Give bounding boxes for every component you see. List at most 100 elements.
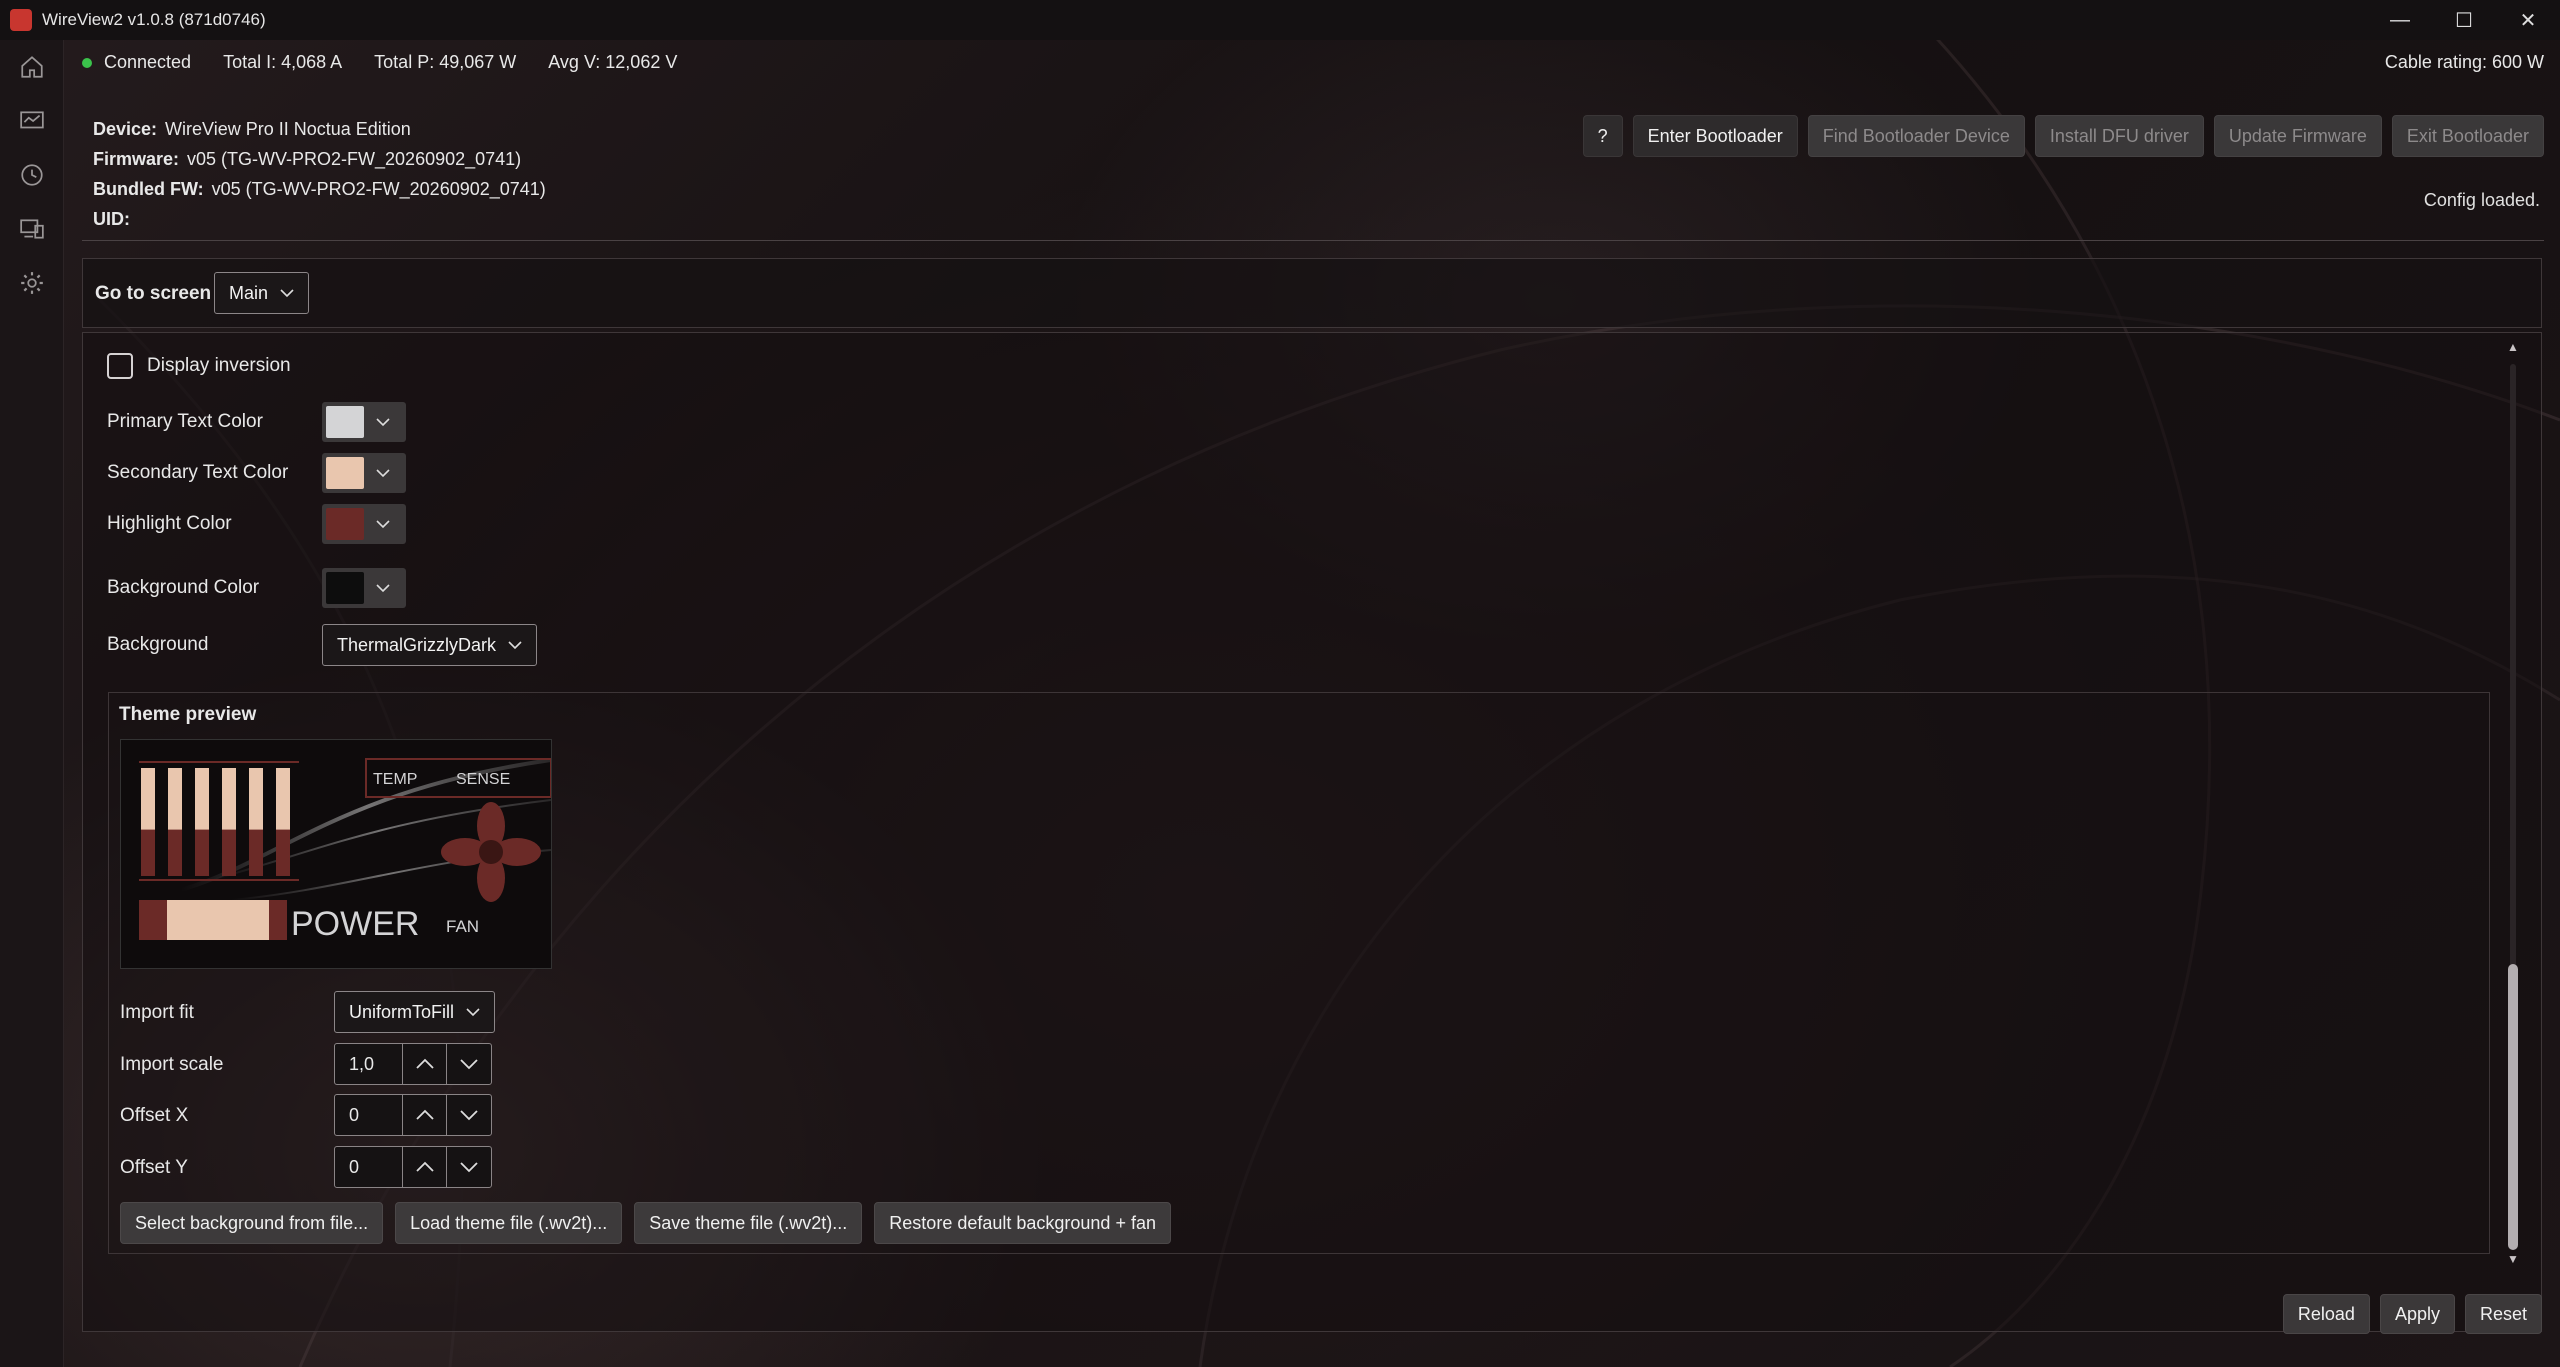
firmware-label: Firmware: <box>93 149 180 169</box>
nav-devices[interactable] <box>0 202 64 256</box>
chevron-down-icon <box>460 1162 478 1173</box>
secondary-text-color-label: Secondary Text Color <box>107 462 289 483</box>
primary-text-color-label: Primary Text Color <box>107 411 263 432</box>
preview-bar-fill <box>141 768 155 830</box>
theme-preview-title: Theme preview <box>119 704 257 725</box>
offset-x-input[interactable]: 0 <box>335 1095 403 1135</box>
exit-bootloader-button[interactable]: Exit Bootloader <box>2391 115 2544 157</box>
maximize-button[interactable]: ☐ <box>2432 0 2496 40</box>
device-label: Device: <box>93 119 158 139</box>
chevron-down-icon <box>466 1008 480 1017</box>
background-label: Background <box>107 634 209 655</box>
offset-x-decrement[interactable] <box>447 1095 491 1135</box>
panel-scrollbar[interactable]: ▲ ▼ <box>2504 338 2522 1270</box>
preview-temp-label: TEMP <box>373 771 417 788</box>
offset-y-stepper: 0 <box>334 1146 492 1188</box>
preview-fan-label: FAN <box>446 917 479 936</box>
chevron-down-icon <box>376 469 390 478</box>
help-button[interactable]: ? <box>1582 115 1623 157</box>
primary-text-color-picker[interactable] <box>322 402 406 442</box>
import-scale-label: Import scale <box>120 1054 224 1075</box>
theme-preview-image: TEMP SENSE POWER FAN <box>120 739 552 969</box>
chevron-down-icon <box>280 289 294 298</box>
apply-button[interactable]: Apply <box>2379 1294 2455 1334</box>
restore-default-button[interactable]: Restore default background + fan <box>874 1202 1171 1244</box>
scroll-up-icon[interactable]: ▲ <box>2506 340 2520 354</box>
gear-icon <box>21 272 43 294</box>
window-title: WireView2 v1.0.8 (871d0746) <box>42 10 266 29</box>
goto-screen-selected: Main <box>229 282 269 303</box>
highlight-color-label: Highlight Color <box>107 513 232 534</box>
find-bootloader-button[interactable]: Find Bootloader Device <box>1807 115 2025 157</box>
preview-power-fill <box>167 900 269 940</box>
select-background-button[interactable]: Select background from file... <box>120 1202 384 1244</box>
display-inversion-checkbox[interactable] <box>107 353 133 379</box>
device-value: WireView Pro II Noctua Edition <box>165 119 411 139</box>
chevron-down-icon <box>376 520 390 529</box>
firmware-toolbar: ? Enter Bootloader Find Bootloader Devic… <box>1582 115 2544 157</box>
offset-y-decrement[interactable] <box>447 1147 491 1187</box>
nav-history[interactable] <box>0 148 64 202</box>
avg-voltage: Avg V: 12,062 V <box>548 52 678 72</box>
bundled-fw-label: Bundled FW: <box>93 179 204 199</box>
highlight-color-picker[interactable] <box>322 504 406 544</box>
footer-actions: Reload Apply Reset <box>2282 1294 2542 1334</box>
nav-monitor[interactable] <box>0 94 64 148</box>
import-scale-decrement[interactable] <box>447 1044 491 1084</box>
display-inversion-row[interactable]: Display inversion <box>107 353 291 379</box>
import-scale-input[interactable]: 1,0 <box>335 1044 403 1084</box>
primary-text-swatch <box>326 406 364 438</box>
update-firmware-button[interactable]: Update Firmware <box>2213 115 2382 157</box>
title-bar: WireView2 v1.0.8 (871d0746) — ☐ ✕ <box>0 0 2560 40</box>
bundled-fw-value: v05 (TG-WV-PRO2-FW_20260902_0741) <box>211 179 546 199</box>
preview-bar-fill <box>249 768 263 830</box>
goto-screen-dropdown[interactable]: Main <box>214 272 310 314</box>
nav-home[interactable] <box>0 40 64 94</box>
offset-y-input[interactable]: 0 <box>335 1147 403 1187</box>
offset-x-increment[interactable] <box>403 1095 447 1135</box>
preview-bar-fill <box>195 768 209 830</box>
install-dfu-button[interactable]: Install DFU driver <box>2034 115 2204 157</box>
import-fit-dropdown[interactable]: UniformToFill <box>334 991 496 1033</box>
chevron-up-icon <box>415 1161 434 1172</box>
history-icon <box>21 164 43 186</box>
scroll-down-icon[interactable]: ▼ <box>2506 1252 2520 1266</box>
window-controls: — ☐ ✕ <box>2368 0 2560 40</box>
import-scale-stepper: 1,0 <box>334 1043 492 1085</box>
offset-x-label: Offset X <box>120 1105 189 1126</box>
offset-y-increment[interactable] <box>403 1147 447 1187</box>
background-dropdown[interactable]: ThermalGrizzlyDark <box>322 624 538 666</box>
cable-rating: Cable rating: 600 W <box>2384 52 2544 72</box>
uid-label: UID: <box>93 209 130 229</box>
connection-status-dot <box>82 57 92 68</box>
enter-bootloader-button[interactable]: Enter Bootloader <box>1632 115 1798 157</box>
offset-y-label: Offset Y <box>120 1157 188 1178</box>
scroll-thumb[interactable] <box>2508 964 2518 1250</box>
background-swatch <box>326 572 364 604</box>
import-scale-increment[interactable] <box>403 1044 447 1084</box>
reload-button[interactable]: Reload <box>2282 1294 2370 1334</box>
firmware-value: v05 (TG-WV-PRO2-FW_20260902_0741) <box>187 149 522 169</box>
background-color-label: Background Color <box>107 577 260 598</box>
nav-settings[interactable] <box>0 256 64 310</box>
goto-screen-label: Go to screen <box>95 283 212 304</box>
reset-button[interactable]: Reset <box>2464 1294 2542 1334</box>
close-button[interactable]: ✕ <box>2496 0 2560 40</box>
chevron-down-icon <box>460 1110 478 1121</box>
background-selected: ThermalGrizzlyDark <box>337 634 497 655</box>
minimize-button[interactable]: — <box>2368 0 2432 40</box>
background-color-picker[interactable] <box>322 568 406 608</box>
total-current: Total I: 4,068 A <box>223 52 343 72</box>
connection-status: Connected <box>104 52 192 72</box>
offset-x-stepper: 0 <box>334 1094 492 1136</box>
preview-bar-fill <box>276 768 290 830</box>
highlight-swatch <box>326 508 364 540</box>
import-fit-label: Import fit <box>120 1002 194 1023</box>
monitor-chart-icon <box>20 111 44 129</box>
config-status: Config loaded. <box>2423 190 2540 210</box>
save-theme-button[interactable]: Save theme file (.wv2t)... <box>634 1202 863 1244</box>
secondary-text-color-picker[interactable] <box>322 453 406 493</box>
divider <box>82 240 2544 241</box>
chevron-down-icon <box>460 1059 478 1070</box>
load-theme-button[interactable]: Load theme file (.wv2t)... <box>395 1202 623 1244</box>
